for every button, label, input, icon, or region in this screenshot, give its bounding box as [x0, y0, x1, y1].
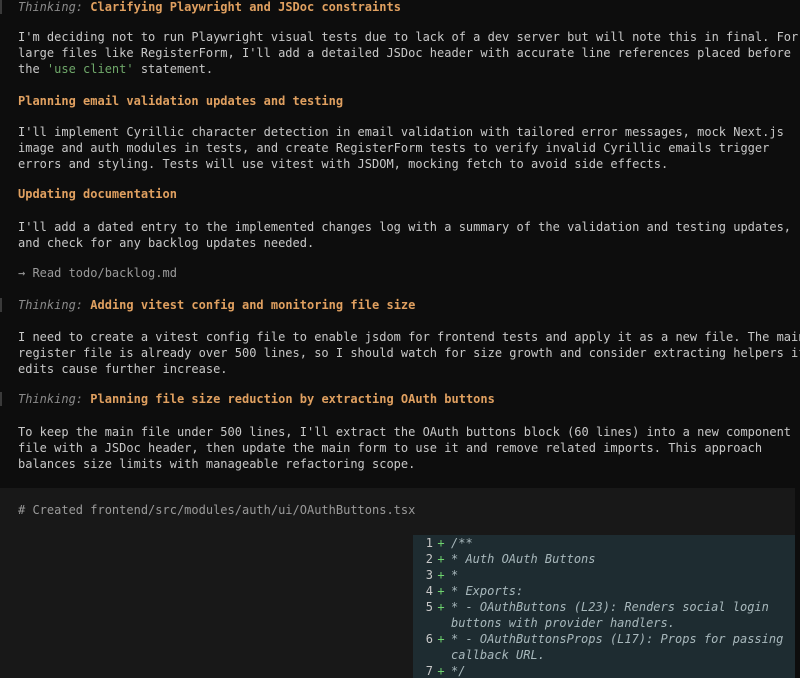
thinking-label: Thinking:	[18, 392, 84, 406]
added-marker: +	[437, 632, 445, 646]
added-marker: +	[437, 536, 445, 550]
thinking-label: Thinking:	[18, 298, 84, 312]
message-paragraph: I'm deciding not to run Playwright visua…	[0, 29, 800, 77]
diff-line: 4 + * Exports:	[413, 583, 795, 599]
line-number: 2	[425, 552, 433, 566]
thinking-block: Thinking: Planning file size reduction b…	[0, 392, 800, 406]
inline-code: 'use client'	[46, 62, 134, 76]
code-text: * - OAuthButtons (L23): Renders social l…	[451, 600, 769, 630]
code-text: * Auth OAuth Buttons	[451, 552, 596, 566]
message-paragraph: I'll implement Cyrillic character detect…	[18, 125, 784, 171]
section-heading: Updating documentation	[18, 187, 177, 201]
thinking-block: Thinking: Clarifying Playwright and JSDo…	[0, 0, 800, 14]
message-paragraph: To keep the main file under 500 lines, I…	[18, 425, 792, 471]
message-paragraph: I need to create a vitest config file to…	[18, 330, 800, 376]
code-text: * Exports:	[451, 584, 524, 598]
code-text: *	[451, 568, 459, 582]
diff-line: 5 + * - OAuthButtons (L23): Renders soci…	[413, 599, 795, 631]
code-text: * - OAuthButtonsProps (L17): Props for p…	[451, 632, 784, 662]
added-marker: +	[437, 664, 445, 678]
diff-line: 7 + */	[413, 663, 795, 678]
thinking-block: Thinking: Adding vitest config and monit…	[0, 298, 800, 312]
message-paragraph: I'll add a dated entry to the implemente…	[18, 220, 792, 250]
section-heading: Planning email validation updates and te…	[18, 94, 344, 108]
line-number: 5	[425, 600, 433, 614]
diff-view[interactable]: 1 + /** 2 + * Auth OAuth Buttons 3 + * 4…	[413, 535, 795, 678]
line-number: 1	[425, 536, 433, 550]
line-number: 7	[425, 664, 433, 678]
thinking-title: Planning file size reduction by extracti…	[90, 392, 495, 406]
added-marker: +	[437, 552, 445, 566]
paragraph-text: statement.	[133, 62, 214, 76]
diff-line: 2 + * Auth OAuth Buttons	[413, 551, 795, 567]
thinking-title: Adding vitest config and monitoring file…	[90, 298, 416, 312]
diff-line: 1 + /**	[413, 535, 795, 551]
added-marker: +	[437, 600, 445, 614]
file-created-title[interactable]: # Created frontend/src/modules/auth/ui/O…	[18, 503, 415, 517]
added-marker: +	[437, 584, 445, 598]
diff-line: 3 + *	[413, 567, 795, 583]
code-text: /**	[451, 536, 473, 550]
code-text: */	[451, 664, 466, 678]
line-number: 3	[425, 568, 433, 582]
line-number: 6	[425, 632, 433, 646]
tool-read-line[interactable]: → Read todo/backlog.md	[0, 266, 800, 280]
added-marker: +	[437, 568, 445, 582]
line-number: 4	[425, 584, 433, 598]
diff-line: 6 + * - OAuthButtonsProps (L17): Props f…	[413, 631, 795, 663]
thinking-title: Clarifying Playwright and JSDoc constrai…	[90, 0, 401, 14]
thinking-label: Thinking:	[18, 0, 84, 14]
